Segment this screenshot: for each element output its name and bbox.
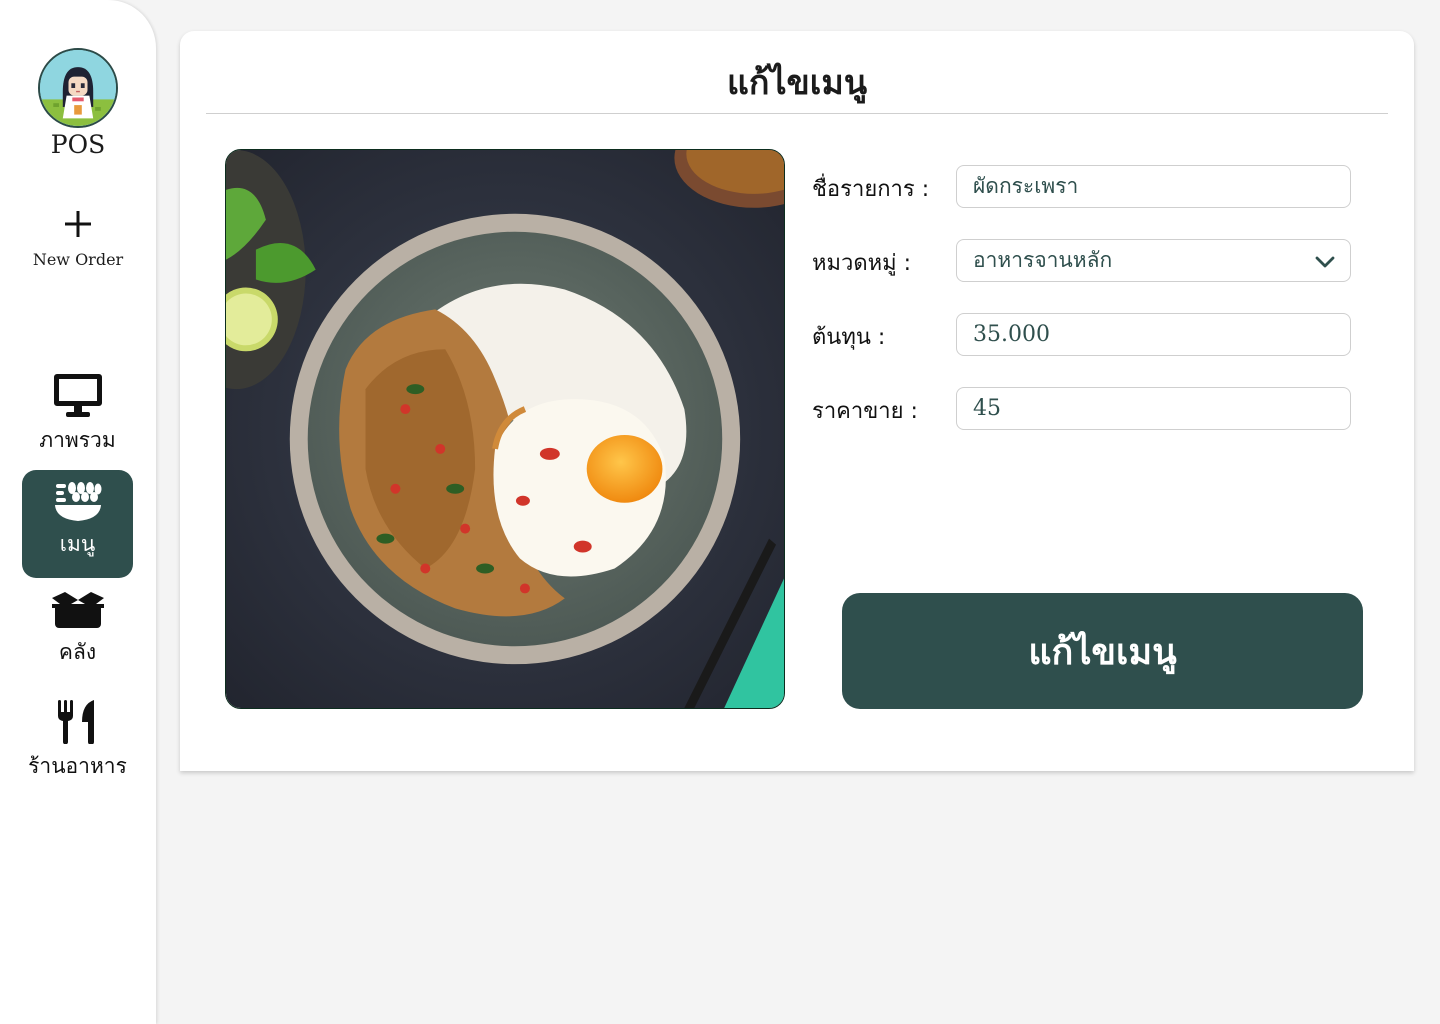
price-label: ราคาขาย : <box>812 399 918 424</box>
edit-menu-button[interactable]: แก้ไขเมนู <box>842 593 1363 709</box>
cost-label: ต้นทุน : <box>812 325 886 350</box>
sidebar-item-label: ร้านอาหาร <box>28 754 127 778</box>
brand-name: POS <box>50 130 106 159</box>
price-value: 45 <box>973 396 1001 421</box>
cost-value: 35.000 <box>973 322 1050 347</box>
chevron-down-icon <box>1315 256 1335 268</box>
sidebar-item-label: คลัง <box>58 640 97 664</box>
menu-item-image[interactable] <box>225 149 785 709</box>
sidebar-item-label: เมนู <box>59 532 96 556</box>
new-order-label: New Order <box>32 250 124 269</box>
utensils-icon <box>57 700 94 744</box>
category-value: อาหารจานหลัก <box>973 248 1113 272</box>
name-label: ชื่อรายการ : <box>812 177 930 202</box>
edit-menu-card: แก้ไขเมนู ชื่อรายการ: ผัดกระเพรา หมวดหม… <box>180 31 1414 771</box>
sidebar-item-label: ภาพรวม <box>39 428 116 452</box>
price-field[interactable]: 45 <box>956 387 1351 430</box>
sidebar: POS New Order ภาพรวม เมนู คลัง ร้านอาหาร <box>0 0 156 1024</box>
category-label: หมวดหมู่ : <box>812 251 912 276</box>
box-icon <box>51 592 104 628</box>
sidebar-item-stock[interactable]: คลัง <box>22 584 133 692</box>
title-divider <box>206 113 1388 114</box>
plus-icon <box>65 211 91 237</box>
avatar <box>38 48 118 128</box>
page-title: แก้ไขเมนู <box>726 63 868 103</box>
sidebar-item-restaurant[interactable]: ร้านอาหาร <box>22 692 133 800</box>
name-field[interactable]: ผัดกระเพรา <box>956 165 1351 208</box>
category-select[interactable]: อาหารจานหลัก <box>956 239 1351 282</box>
sidebar-item-overview[interactable]: ภาพรวม <box>22 368 133 476</box>
food-bowl-icon <box>54 482 101 521</box>
monitor-icon <box>53 374 102 417</box>
cost-field[interactable]: 35.000 <box>956 313 1351 356</box>
sidebar-item-menu[interactable]: เมนู <box>22 470 133 578</box>
new-order-button[interactable]: New Order <box>14 200 142 284</box>
name-value: ผัดกระเพรา <box>973 174 1079 198</box>
